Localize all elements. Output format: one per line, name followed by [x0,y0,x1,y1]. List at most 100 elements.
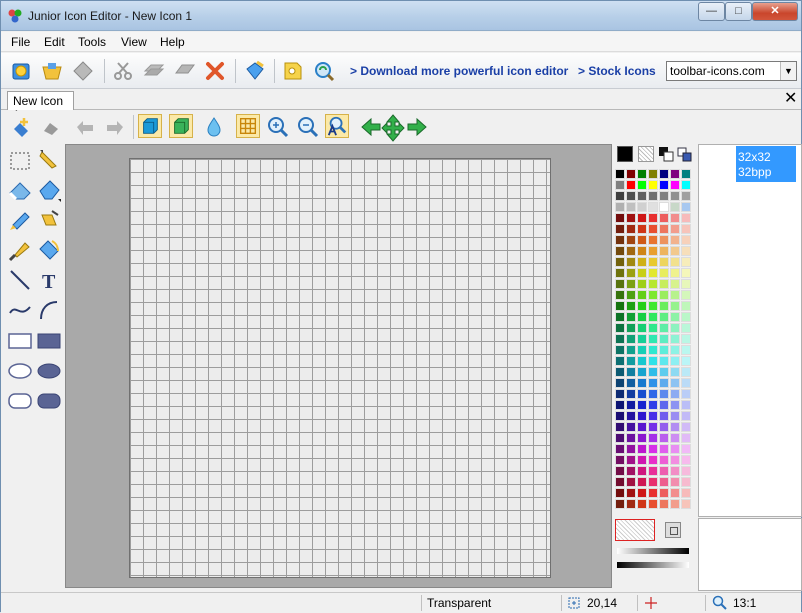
palette-swatch[interactable] [648,411,658,421]
palette-swatch[interactable] [626,499,636,509]
size-item-32x32[interactable]: 32x32 32bpp [736,146,796,182]
palette-swatch[interactable] [659,268,669,278]
palette-swatch[interactable] [659,257,669,267]
palette-swatch[interactable] [626,213,636,223]
palette-swatch[interactable] [659,389,669,399]
palette-swatch[interactable] [615,477,625,487]
palette-swatch[interactable] [681,367,691,377]
pixel-grid-canvas[interactable] [129,158,551,578]
palette-swatch[interactable] [659,312,669,322]
palette-swatch[interactable] [659,477,669,487]
palette-swatch[interactable] [670,301,680,311]
palette-swatch[interactable] [648,389,658,399]
palette-swatch[interactable] [615,367,625,377]
palette-swatch[interactable] [626,279,636,289]
save-icon[interactable] [71,59,95,83]
palette-swatch[interactable] [670,213,680,223]
palette-swatch[interactable] [681,477,691,487]
palette-swatch[interactable] [659,213,669,223]
palette-swatch[interactable] [648,268,658,278]
palette-swatch[interactable] [648,235,658,245]
palette-swatch[interactable] [626,334,636,344]
palette-swatch[interactable] [681,213,691,223]
palette-swatch[interactable] [637,301,647,311]
palette-swatch[interactable] [648,400,658,410]
fill-tool-icon[interactable] [36,177,62,203]
palette-swatch[interactable] [648,202,658,212]
palette-swatch[interactable] [615,169,625,179]
palette-swatch[interactable] [637,367,647,377]
palette-swatch[interactable] [659,422,669,432]
palette-swatch[interactable] [615,422,625,432]
palette-swatch[interactable] [670,323,680,333]
palette-swatch[interactable] [659,488,669,498]
cut-icon[interactable] [111,59,135,83]
palette-swatch[interactable] [659,466,669,476]
palette-swatch[interactable] [670,246,680,256]
palette-swatch[interactable] [648,257,658,267]
palette-swatch[interactable] [659,411,669,421]
palette-swatch[interactable] [626,224,636,234]
palette-swatch[interactable] [681,455,691,465]
arrow-left-icon[interactable] [359,115,383,139]
palette-swatch[interactable] [637,378,647,388]
palette-swatch[interactable] [648,213,658,223]
zoom-actual-icon[interactable] [325,114,349,138]
palette-swatch[interactable] [681,422,691,432]
palette-swatch[interactable] [681,334,691,344]
palette-swatch[interactable] [626,400,636,410]
palette-swatch[interactable] [626,345,636,355]
palette-swatch[interactable] [637,499,647,509]
maximize-button[interactable]: □ [725,2,752,21]
palette-swatch[interactable] [659,444,669,454]
palette-swatch[interactable] [615,235,625,245]
palette-swatch[interactable] [681,301,691,311]
palette-swatch[interactable] [626,191,636,201]
add-image-icon[interactable] [9,115,33,139]
menu-file[interactable]: File [11,35,30,49]
palette-swatch[interactable] [670,191,680,201]
palette-swatch[interactable] [681,312,691,322]
chevron-down-icon[interactable]: ▼ [780,62,796,80]
rect-outline-tool-icon[interactable] [7,328,33,354]
palette-swatch[interactable] [670,378,680,388]
palette-swatch[interactable] [615,411,625,421]
palette-swatch[interactable] [670,367,680,377]
stock-icons-link[interactable]: > Stock Icons [578,64,656,78]
palette-swatch[interactable] [648,334,658,344]
pin-icon[interactable] [39,115,63,139]
palette-swatch[interactable] [681,389,691,399]
paint-bucket-icon[interactable] [243,59,267,83]
palette-swatch[interactable] [637,389,647,399]
palette-swatch[interactable] [626,367,636,377]
paint-bucket-tool-icon[interactable] [36,237,62,263]
palette-swatch[interactable] [659,334,669,344]
palette-swatch[interactable] [659,279,669,289]
palette-swatch[interactable] [670,257,680,267]
palette-swatch[interactable] [637,356,647,366]
palette-swatch[interactable] [659,224,669,234]
palette-swatch[interactable] [648,356,658,366]
palette-swatch[interactable] [615,301,625,311]
palette-swatch[interactable] [626,312,636,322]
palette-swatch[interactable] [615,455,625,465]
zoom-in-icon[interactable] [266,115,290,139]
palette-swatch[interactable] [670,389,680,399]
undo-icon[interactable] [73,115,97,139]
palette-swatch[interactable] [637,246,647,256]
palette-swatch[interactable] [626,477,636,487]
palette-swatch[interactable] [648,444,658,454]
palette-swatch[interactable] [681,180,691,190]
palette-swatch[interactable] [648,279,658,289]
palette-swatch[interactable] [670,400,680,410]
palette-swatch[interactable] [681,466,691,476]
palette-swatch[interactable] [637,323,647,333]
palette-swatch[interactable] [637,477,647,487]
palette-swatch[interactable] [637,411,647,421]
palette-swatch[interactable] [648,455,658,465]
palette-swatch[interactable] [681,433,691,443]
palette-swatch[interactable] [648,224,658,234]
palette-swatch[interactable] [637,191,647,201]
download-editor-link[interactable]: > Download more powerful icon editor [350,64,568,78]
arrow-move-icon[interactable] [381,114,405,142]
